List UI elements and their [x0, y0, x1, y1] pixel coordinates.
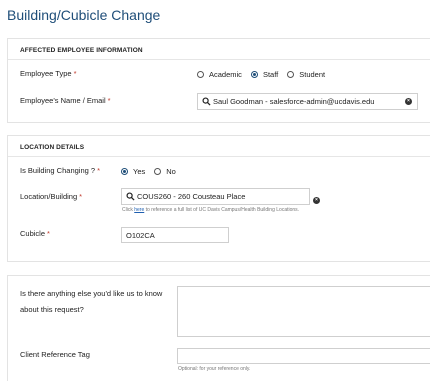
- employee-name-search-input[interactable]: Saul Goodman - salesforce-admin@ucdavis.…: [197, 93, 418, 110]
- radio-circle: [287, 70, 295, 78]
- required-marker: *: [47, 229, 50, 238]
- section-divider: [8, 59, 430, 60]
- location-building-label: Location/Building *: [20, 192, 83, 201]
- building-changing-label: Is Building Changing ? *: [20, 166, 100, 175]
- anything-else-label: Is there anything else you'd like us to …: [20, 289, 163, 314]
- location-building-search-input[interactable]: COUS260 - 260 Cousteau Place: [121, 188, 310, 205]
- clear-icon[interactable]: ×: [313, 197, 320, 204]
- employee-name-label: Employee's Name / Email *: [20, 96, 111, 105]
- radio-academic[interactable]: Academic: [197, 70, 242, 79]
- radio-yes[interactable]: Yes: [121, 167, 145, 176]
- section-divider: [8, 156, 430, 157]
- required-marker: *: [79, 192, 83, 201]
- section-heading-affected: AFFECTED EMPLOYEE INFORMATION: [20, 47, 143, 54]
- radio-circle: [197, 70, 204, 78]
- page-title: Building/Cubicle Change: [7, 7, 161, 23]
- radio-no[interactable]: No: [154, 167, 176, 176]
- radio-label: No: [166, 166, 176, 176]
- cubicle-value: O102CA: [126, 230, 155, 240]
- radio-label: Staff: [262, 69, 279, 79]
- additional-info-section: Is there anything else you'd like us to …: [7, 275, 430, 381]
- building-list-link[interactable]: here: [134, 207, 144, 213]
- section-heading-location: LOCATION DETAILS: [20, 144, 85, 151]
- radio-circle-selected: [121, 167, 128, 175]
- client-reference-hint: Optional: for your reference only.: [178, 366, 251, 372]
- employee-type-label: Employee Type *: [20, 69, 77, 78]
- radio-label: Yes: [133, 166, 146, 176]
- location-hint: Click here to reference a full list of U…: [122, 207, 300, 213]
- anything-else-textarea[interactable]: [177, 286, 430, 337]
- client-reference-label: Client Reference Tag: [20, 350, 90, 359]
- employee-type-radio-group: Academic Staff Student: [197, 68, 334, 80]
- building-changing-radio-group: Yes No: [121, 165, 185, 177]
- radio-label: Student: [299, 69, 326, 79]
- radio-staff[interactable]: Staff: [250, 69, 279, 79]
- search-icon: [202, 97, 211, 106]
- page: Building/Cubicle Change AFFECTED EMPLOYE…: [0, 0, 430, 381]
- required-marker: *: [73, 69, 77, 78]
- search-icon: [126, 192, 135, 201]
- client-reference-input[interactable]: [177, 348, 430, 364]
- radio-student[interactable]: Student: [287, 70, 325, 79]
- cubicle-label: Cubicle *: [20, 229, 50, 238]
- radio-circle: [154, 167, 162, 175]
- affected-employee-section: AFFECTED EMPLOYEE INFORMATION Employee T…: [7, 38, 430, 123]
- location-building-value: COUS260 - 260 Cousteau Place: [137, 192, 246, 201]
- radio-label: Academic: [209, 69, 242, 79]
- cubicle-input[interactable]: O102CA: [121, 227, 229, 243]
- radio-circle-selected: [250, 70, 258, 78]
- clear-icon[interactable]: ×: [405, 98, 412, 105]
- required-marker: *: [107, 96, 111, 105]
- employee-name-value: Saul Goodman - salesforce-admin@ucdavis.…: [213, 97, 375, 106]
- location-details-section: LOCATION DETAILS Is Building Changing ? *…: [7, 135, 430, 262]
- required-marker: *: [97, 166, 100, 175]
